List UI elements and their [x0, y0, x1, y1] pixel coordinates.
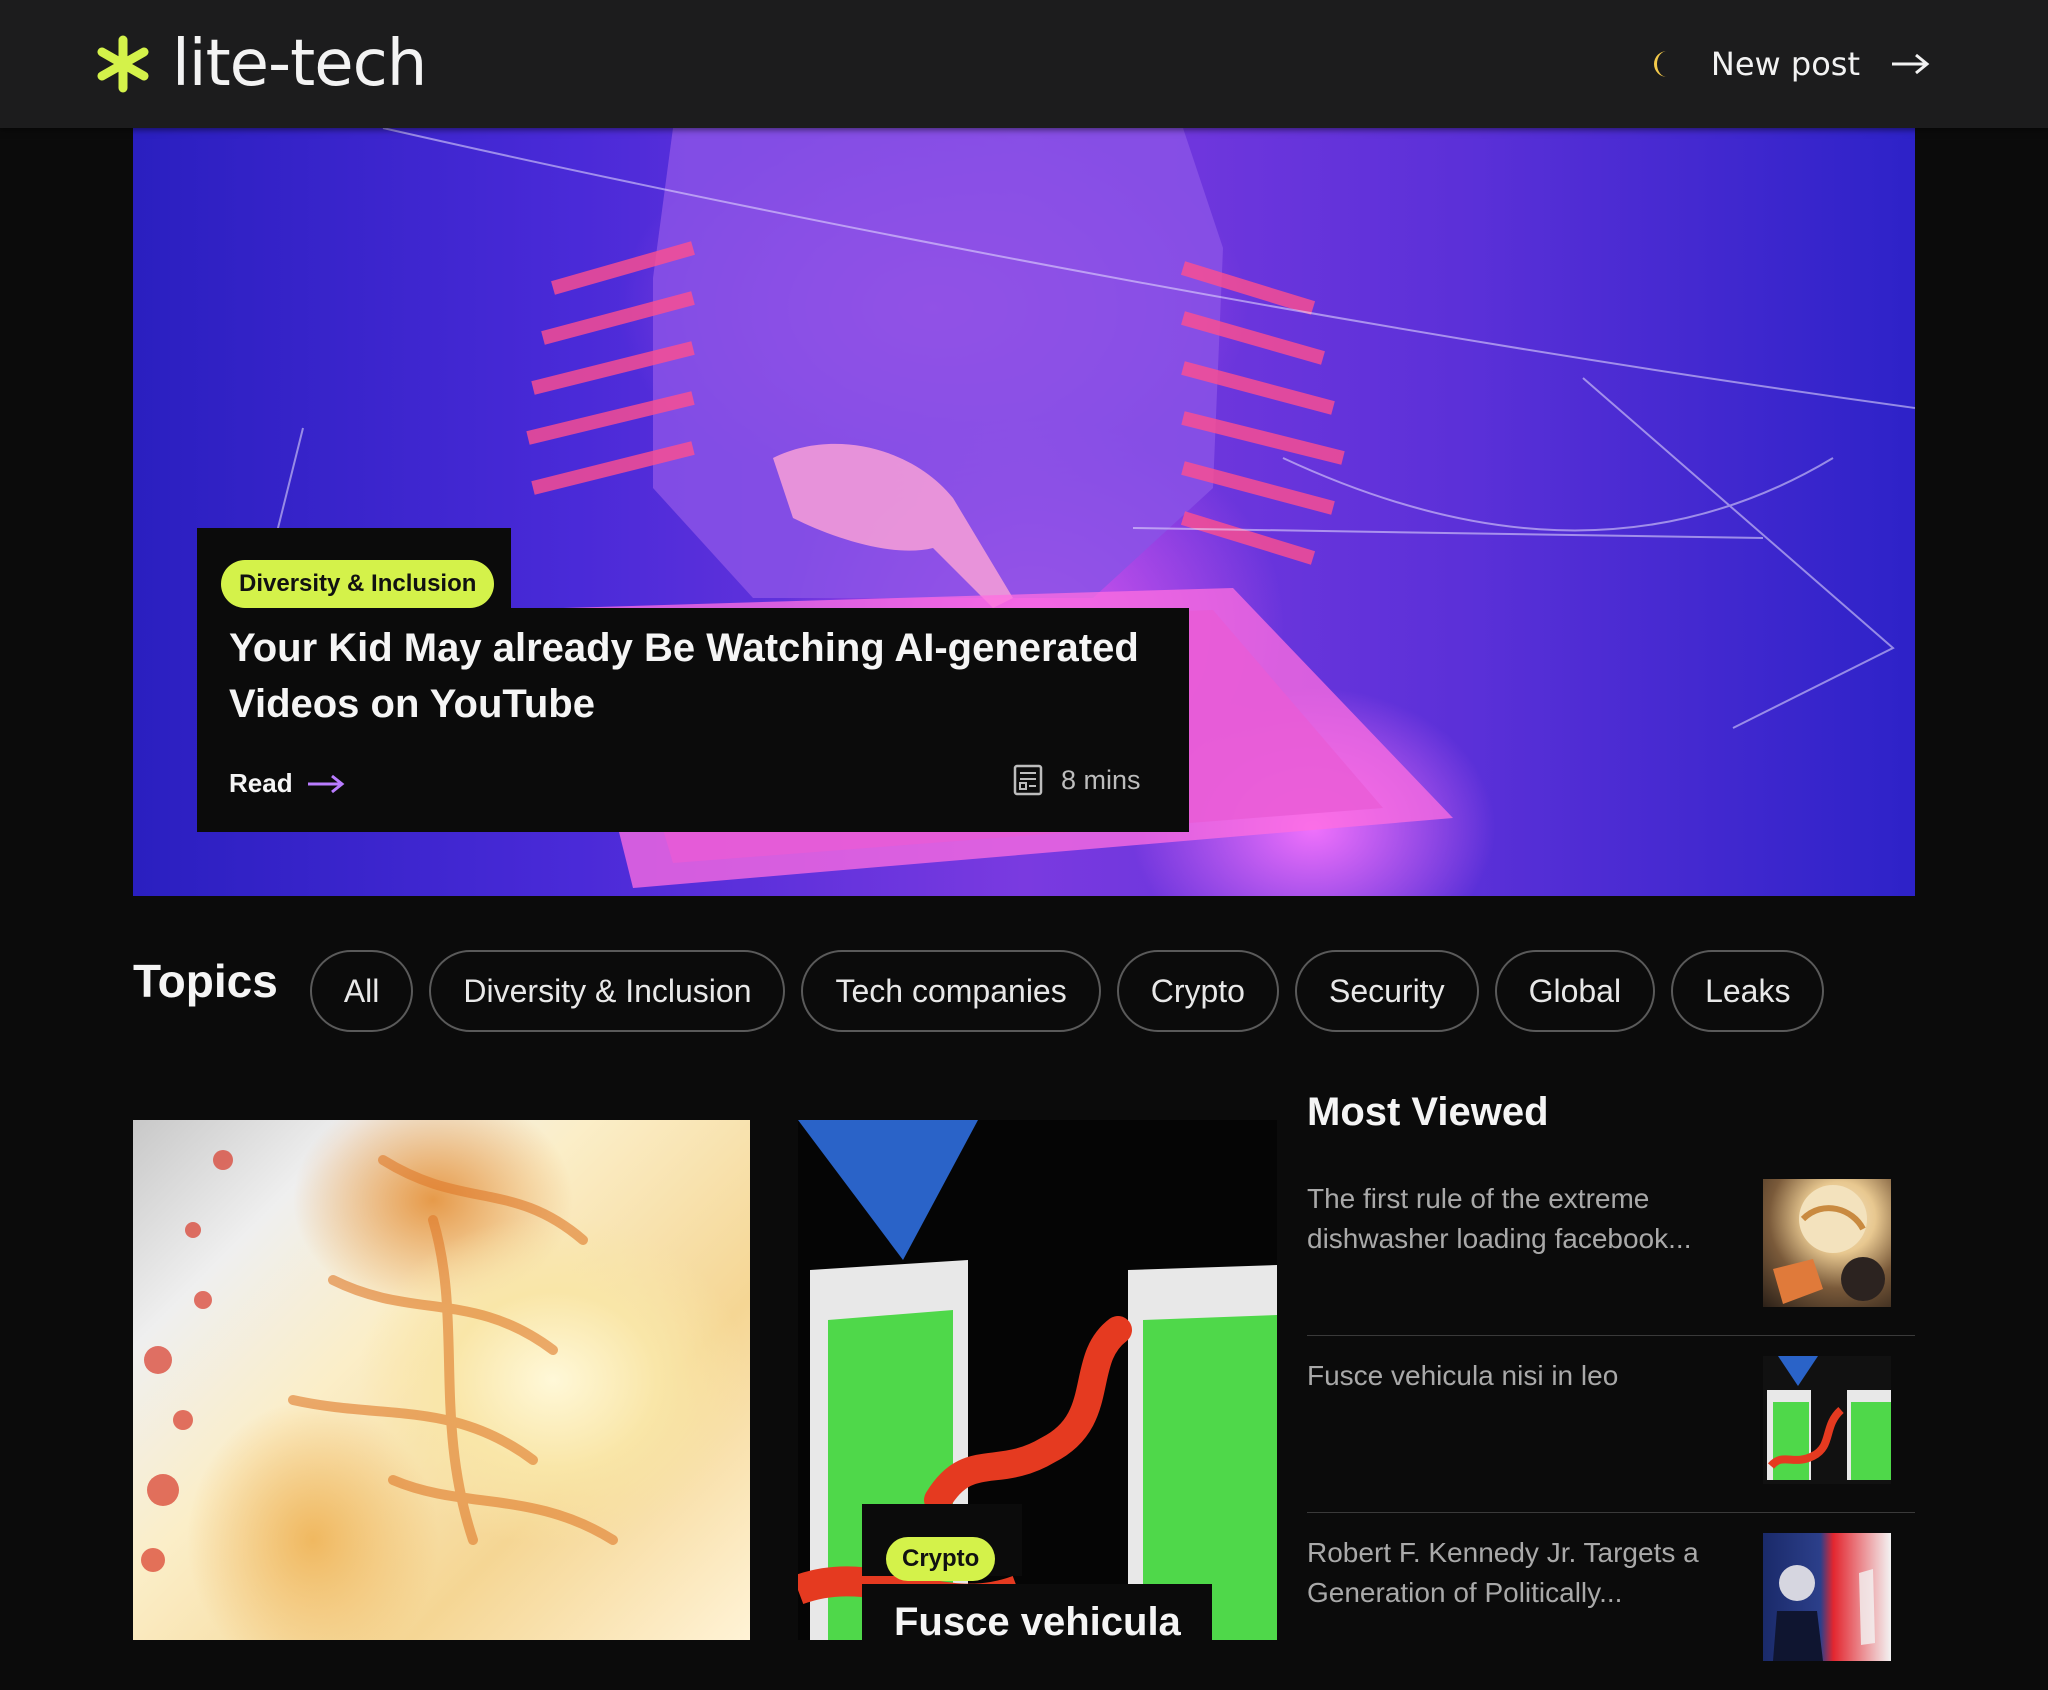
hero-title[interactable]: Your Kid May already Be Watching AI-gene… [229, 620, 1169, 732]
most-viewed-thumbnail [1763, 1179, 1891, 1307]
most-viewed-item-title: The first rule of the extreme dishwasher… [1307, 1183, 1692, 1254]
arrow-right-icon [1892, 53, 1930, 75]
most-viewed-thumbnail [1763, 1533, 1891, 1661]
read-time: 8 mins [1013, 764, 1141, 796]
hero-article[interactable]: Diversity & Inclusion Your Kid May alrea… [133, 128, 1915, 896]
document-icon [1013, 764, 1043, 796]
topic-chip-diversity-inclusion[interactable]: Diversity & Inclusion [429, 950, 786, 1032]
most-viewed-item[interactable]: The first rule of the extreme dishwasher… [1307, 1159, 1915, 1336]
hero-category-tag[interactable]: Diversity & Inclusion [221, 560, 495, 608]
read-link[interactable]: Read [229, 768, 345, 799]
most-viewed: Most Viewed The first rule of the extrem… [1307, 1090, 1915, 1690]
topic-chip-security[interactable]: Security [1294, 950, 1479, 1032]
asterisk-logo-icon [97, 35, 149, 93]
new-post-label: New post [1710, 45, 1860, 83]
topic-chip-crypto[interactable]: Crypto [1116, 950, 1279, 1032]
brand-name: lite-tech [172, 27, 427, 101]
topics-bar: Topics All Diversity & Inclusion Tech co… [133, 950, 1825, 1032]
site-header: lite-tech New post [0, 0, 2048, 128]
topic-chip-tech-companies[interactable]: Tech companies [801, 950, 1101, 1032]
read-time-label: 8 mins [1061, 764, 1141, 795]
most-viewed-item[interactable]: Fusce vehicula nisi in leo [1307, 1336, 1915, 1513]
card-title[interactable]: Fusce vehicula [894, 1600, 1181, 1640]
most-viewed-title: Most Viewed [1307, 1090, 1549, 1134]
article-image [141, 1150, 618, 1572]
topic-chip-global[interactable]: Global [1494, 950, 1656, 1032]
read-label: Read [229, 768, 293, 798]
moon-icon[interactable] [1647, 47, 1681, 81]
topic-chip-all[interactable]: All [309, 950, 414, 1032]
topic-chip-leaks[interactable]: Leaks [1671, 950, 1825, 1032]
article-card-crypto[interactable]: Crypto Fusce vehicula [798, 1120, 1277, 1640]
arrow-right-icon [307, 774, 344, 793]
most-viewed-thumbnail [1763, 1356, 1891, 1484]
topics-title: Topics [133, 955, 278, 1007]
brand-logo[interactable]: lite-tech [94, 27, 427, 101]
new-post-button[interactable]: New post [1711, 45, 1930, 83]
most-viewed-item-title: Fusce vehicula nisi in leo [1307, 1360, 1619, 1391]
card-category-tag[interactable]: Crypto [886, 1537, 996, 1581]
most-viewed-item[interactable]: Robert F. Kennedy Jr. Targets a Generati… [1307, 1513, 1915, 1690]
most-viewed-item-title: Robert F. Kennedy Jr. Targets a Generati… [1307, 1537, 1699, 1608]
article-card-pasta[interactable] [133, 1120, 750, 1640]
